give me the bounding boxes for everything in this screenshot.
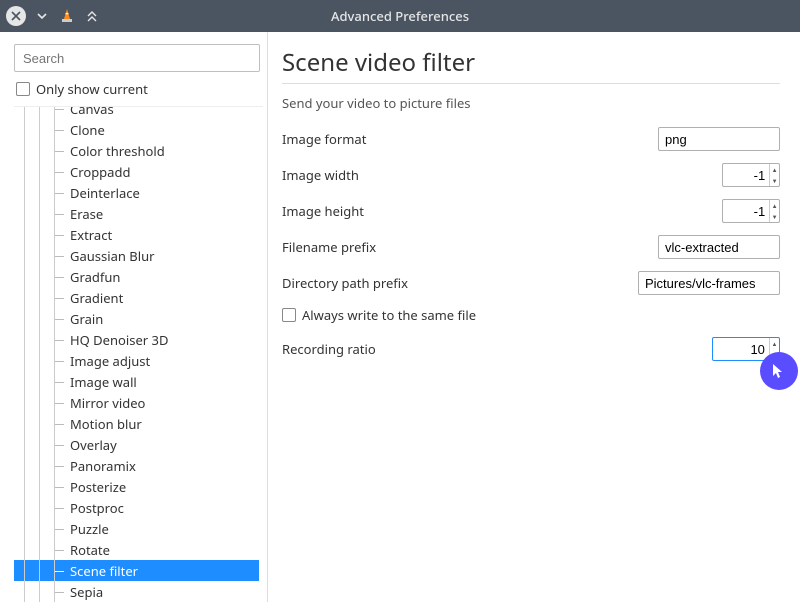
dir-prefix-label: Directory path prefix (282, 274, 408, 292)
page-subtitle: Send your video to picture files (282, 94, 780, 112)
tree-item-label: HQ Denoiser 3D (70, 331, 168, 349)
tree-item[interactable]: Puzzle (14, 518, 259, 539)
tree-item[interactable]: HQ Denoiser 3D (14, 329, 259, 350)
tree-item[interactable]: Gaussian Blur (14, 245, 259, 266)
checkbox-icon (16, 82, 30, 96)
spin-buttons[interactable]: ▲▼ (769, 338, 779, 360)
tree-item-label: Scene filter (70, 562, 138, 580)
page-title: Scene video filter (282, 46, 780, 79)
tree-item[interactable]: Motion blur (14, 413, 259, 434)
tree-item[interactable]: Overlay (14, 434, 259, 455)
tree-item-label: Motion blur (70, 415, 142, 433)
tree-item-label: Gradfun (70, 268, 120, 286)
preferences-tree[interactable]: Canvas Clone Color threshold Croppadd Deinte… (14, 107, 263, 602)
settings-panel: Scene video filter Send your video to pi… (268, 32, 800, 602)
tree-item-label: Erase (70, 205, 103, 223)
tree-item-label: Mirror video (70, 394, 145, 412)
app-icon (58, 7, 76, 25)
filename-prefix-label: Filename prefix (282, 238, 376, 256)
tree-item[interactable]: Color threshold (14, 140, 259, 161)
tree-item[interactable]: Extract (14, 224, 259, 245)
tree-item[interactable]: Erase (14, 203, 259, 224)
always-same-file-checkbox[interactable]: Always write to the same file (282, 306, 780, 324)
search-input[interactable] (14, 44, 260, 72)
always-same-file-label: Always write to the same file (302, 306, 476, 324)
title-divider (282, 83, 780, 84)
image-width-input[interactable] (723, 164, 769, 186)
image-format-input[interactable] (658, 127, 780, 151)
close-button[interactable] (6, 6, 26, 26)
recording-ratio-input[interactable] (713, 338, 769, 360)
tree-item[interactable]: Scene filter (14, 560, 259, 581)
spin-buttons[interactable]: ▲▼ (769, 164, 779, 186)
tree-item-label: Deinterlace (70, 184, 140, 202)
tree-item-label: Panoramix (70, 457, 136, 475)
tree-item-label: Sepia (70, 583, 103, 601)
tree-item-label: Posterize (70, 478, 126, 496)
tree-item-label: Gradient (70, 289, 123, 307)
tree-item[interactable]: Gradfun (14, 266, 259, 287)
tree-item[interactable]: Croppadd (14, 161, 259, 182)
dir-prefix-input[interactable] (638, 271, 780, 295)
tree-item[interactable]: Deinterlace (14, 182, 259, 203)
filename-prefix-input[interactable] (658, 235, 780, 259)
tree-item[interactable]: Sepia (14, 581, 259, 602)
tree-item[interactable]: Panoramix (14, 455, 259, 476)
tree-item-label: Rotate (70, 541, 110, 559)
window-titlebar: Advanced Preferences (0, 0, 800, 32)
tree-item-label: Croppadd (70, 163, 130, 181)
tree-item-label: Clone (70, 121, 105, 139)
chevron-down-icon[interactable] (32, 6, 52, 26)
only-show-current-label: Only show current (36, 80, 148, 98)
tree-item[interactable]: Canvas (14, 107, 259, 119)
recording-ratio-label: Recording ratio (282, 340, 376, 358)
window-title: Advanced Preferences (0, 7, 800, 25)
tree-item[interactable]: Postproc (14, 497, 259, 518)
tree-item-label: Puzzle (70, 520, 109, 538)
tree-item-label: Postproc (70, 499, 124, 517)
tree-item-label: Gaussian Blur (70, 247, 155, 265)
image-height-label: Image height (282, 202, 364, 220)
tree-item[interactable]: Gradient (14, 287, 259, 308)
tree-item[interactable]: Image wall (14, 371, 259, 392)
tree-item[interactable]: Rotate (14, 539, 259, 560)
image-width-label: Image width (282, 166, 359, 184)
image-width-stepper[interactable]: ▲▼ (722, 163, 780, 187)
tree-item-label: Grain (70, 310, 103, 328)
recording-ratio-stepper[interactable]: ▲▼ (712, 337, 780, 361)
checkbox-icon (282, 308, 296, 322)
tree-item-label: Extract (70, 226, 112, 244)
chevron-up-double-icon[interactable] (82, 6, 102, 26)
tree-item-label: Color threshold (70, 142, 165, 160)
tree-item[interactable]: Grain (14, 308, 259, 329)
tree-item[interactable]: Image adjust (14, 350, 259, 371)
tree-item-label: Canvas (70, 107, 114, 118)
spin-buttons[interactable]: ▲▼ (769, 200, 779, 222)
image-height-stepper[interactable]: ▲▼ (722, 199, 780, 223)
tree-item[interactable]: Clone (14, 119, 259, 140)
tree-item-label: Overlay (70, 436, 117, 454)
only-show-current-checkbox[interactable]: Only show current (14, 80, 263, 98)
tree-item-label: Image adjust (70, 352, 150, 370)
tree-item-label: Image wall (70, 373, 137, 391)
preferences-sidebar: Only show current Canvas Clone Color thres… (0, 32, 268, 602)
tree-item[interactable]: Posterize (14, 476, 259, 497)
tree-item[interactable]: Mirror video (14, 392, 259, 413)
image-format-label: Image format (282, 130, 366, 148)
image-height-input[interactable] (723, 200, 769, 222)
